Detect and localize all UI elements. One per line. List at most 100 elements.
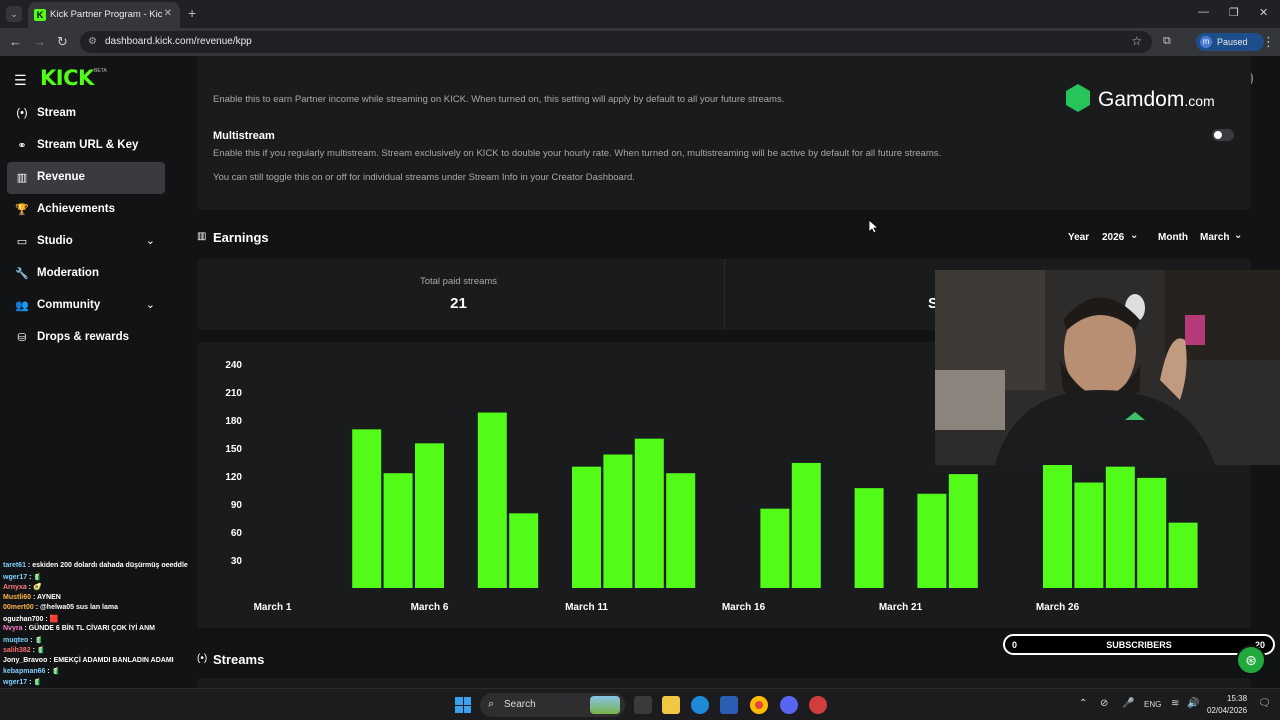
x-tick-label: March 26 bbox=[1036, 602, 1080, 613]
chat-text: : 🧃 bbox=[27, 573, 43, 581]
close-window-icon[interactable]: ✕ bbox=[1259, 6, 1268, 19]
wifi-icon[interactable]: ≋ bbox=[1171, 698, 1179, 709]
sidebar-item-studio[interactable]: ▭ Studio ⌄ bbox=[7, 226, 165, 258]
tab-close-icon[interactable]: ✕ bbox=[164, 8, 172, 19]
notifications-icon[interactable]: 🗨 bbox=[1258, 698, 1271, 709]
chat-username: muqteo bbox=[3, 636, 29, 644]
chat-message: 00mert00 : @helwa05 sus lan lama bbox=[3, 604, 118, 611]
streams-card bbox=[197, 678, 1251, 688]
chrome-icon[interactable] bbox=[750, 696, 768, 714]
browser-menu-icon[interactable]: ⋮ bbox=[1262, 34, 1275, 50]
y-tick-label: 240 bbox=[225, 360, 242, 371]
x-tick-label: March 1 bbox=[254, 602, 292, 613]
task-view-icon[interactable] bbox=[634, 696, 652, 714]
sponsor-suffix: .com bbox=[1184, 93, 1215, 109]
url-text[interactable]: dashboard.kick.com/revenue/kpp bbox=[105, 36, 252, 47]
windows-taskbar: ⌕ Search ⌃ ⊘ 🎤 ENG ≋ 🔊 15:38 02/04/2026 … bbox=[0, 688, 1280, 720]
sidebar-item-label: Studio bbox=[37, 235, 73, 247]
tray-overflow-icon[interactable]: ⌃ bbox=[1079, 698, 1087, 709]
sidebar-item-revenue[interactable]: ▥ Revenue bbox=[7, 162, 165, 194]
broadcast-icon: (•) bbox=[197, 653, 208, 664]
chat-text: : 🧃 bbox=[45, 668, 61, 675]
chart-bar bbox=[791, 462, 821, 588]
sidebar-item-moderation[interactable]: 🔧 Moderation bbox=[7, 258, 165, 290]
chart-bar bbox=[572, 466, 601, 588]
sidebar-item-drops-rewards[interactable]: ⛁ Drops & rewards bbox=[7, 322, 165, 354]
chat-username: Mustli60 bbox=[3, 593, 32, 601]
app-icon[interactable] bbox=[809, 696, 827, 714]
tab-search-button[interactable]: ⌄ bbox=[6, 6, 22, 22]
chart-bar bbox=[760, 508, 790, 588]
clock-date: 02/04/2026 bbox=[1207, 706, 1248, 715]
total-paid-streams-value: 21 bbox=[450, 295, 467, 312]
reload-icon[interactable]: ↻ bbox=[57, 34, 68, 50]
search-highlight-image bbox=[590, 696, 620, 714]
chart-bar bbox=[854, 488, 884, 588]
y-tick-label: 210 bbox=[225, 388, 242, 399]
chevron-down-icon: ⌄ bbox=[1234, 230, 1243, 241]
discord-icon[interactable] bbox=[780, 696, 798, 714]
system-clock[interactable]: 15:38 02/04/2026 bbox=[1207, 693, 1247, 717]
partner-description: Enable this to earn Partner income while… bbox=[213, 94, 785, 105]
address-bar[interactable]: ⚙ dashboard.kick.com/revenue/kpp ☆ bbox=[80, 31, 1152, 53]
multistream-toggle[interactable] bbox=[1212, 129, 1234, 141]
tab-title: Kick Partner Program - Kick Dashboard bbox=[50, 9, 162, 20]
sidebar-item-label: Moderation bbox=[37, 267, 99, 279]
year-select[interactable]: 2026 ⌄ bbox=[1100, 228, 1146, 246]
chat-username: Jony_Bravoo bbox=[3, 656, 48, 664]
sidebar-item-stream[interactable]: (•) Stream bbox=[7, 98, 165, 130]
beta-tag: BETA bbox=[94, 68, 107, 74]
sidebar-item-label: Stream URL & Key bbox=[37, 139, 139, 151]
volume-icon[interactable]: 🔊 bbox=[1187, 698, 1199, 709]
site-info-icon[interactable]: ⚙ bbox=[88, 36, 97, 47]
browser-tab-strip: ⌄ K Kick Partner Program - Kick Dashboar… bbox=[0, 0, 1280, 28]
month-label: Month bbox=[1158, 232, 1188, 243]
kick-logo[interactable]: KICK bbox=[40, 66, 94, 90]
chart-bar bbox=[1105, 466, 1135, 588]
edge-icon[interactable] bbox=[691, 696, 709, 714]
chat-message: Nvyra : GÜNDE 6 BİN TL CİVARI ÇOK İYİ AN… bbox=[3, 625, 155, 632]
bookmark-star-icon[interactable]: ☆ bbox=[1131, 34, 1142, 48]
chevron-down-icon[interactable]: ⌄ bbox=[146, 234, 155, 247]
minimize-icon[interactable]: — bbox=[1198, 6, 1209, 18]
hamburger-menu-icon[interactable]: ☰ bbox=[14, 72, 27, 89]
language-indicator[interactable]: ENG bbox=[1144, 700, 1161, 709]
sidebar-item-stream-url-key[interactable]: ⚭ Stream URL & Key bbox=[7, 130, 165, 162]
bar-chart-icon: ▥ bbox=[16, 172, 28, 184]
forward-arrow-icon[interactable]: → bbox=[33, 34, 46, 50]
chart-bar bbox=[948, 474, 978, 588]
new-tab-button[interactable]: + bbox=[188, 6, 196, 20]
chat-username: salih382 bbox=[3, 647, 31, 654]
multistream-title: Multistream bbox=[213, 130, 275, 142]
network-off-icon[interactable]: ⊘ bbox=[1100, 698, 1108, 709]
chat-text: : AYNEN bbox=[31, 593, 61, 601]
search-placeholder: Search bbox=[504, 699, 536, 710]
extensions-icon[interactable]: ⧉ bbox=[1163, 35, 1171, 48]
sidebar-item-community[interactable]: 👥 Community ⌄ bbox=[7, 290, 165, 322]
rewards-icon: ⛁ bbox=[17, 332, 27, 344]
microphone-icon[interactable]: 🎤 bbox=[1122, 698, 1134, 709]
streams-title: Streams bbox=[213, 652, 265, 667]
browser-tab-active[interactable]: K Kick Partner Program - Kick Dashboard … bbox=[28, 2, 180, 28]
chevron-down-icon[interactable]: ⌄ bbox=[146, 298, 155, 311]
x-tick-label: March 6 bbox=[411, 602, 449, 613]
profile-button[interactable]: m Paused bbox=[1196, 33, 1264, 51]
chat-username: Arnyxa bbox=[3, 584, 27, 591]
restore-icon[interactable]: ❐ bbox=[1229, 6, 1239, 19]
sidebar-item-achievements[interactable]: 🏆 Achievements bbox=[7, 194, 165, 226]
windows-start-icon[interactable] bbox=[455, 697, 471, 713]
multistream-note: You can still toggle this on or off for … bbox=[213, 172, 635, 183]
month-select[interactable]: March ⌄ bbox=[1198, 228, 1250, 246]
subscriber-goal-icon: ⊛ bbox=[1236, 645, 1266, 675]
back-arrow-icon[interactable]: ← bbox=[9, 34, 22, 50]
stream-chat-overlay: taret61 : eskiden 200 dolardı dahada düş… bbox=[0, 562, 192, 688]
subscriber-goal-label: SUBSCRIBERS bbox=[1106, 640, 1172, 650]
taskbar-search[interactable]: ⌕ Search bbox=[480, 693, 625, 717]
people-icon: 👥 bbox=[15, 300, 29, 312]
subscriber-goal-bar: 0 SUBSCRIBERS 20 bbox=[1003, 634, 1275, 655]
sidebar-item-label: Achievements bbox=[37, 203, 115, 215]
file-explorer-icon[interactable] bbox=[662, 696, 680, 714]
chat-username: 00mert00 bbox=[3, 604, 34, 611]
chart-bar bbox=[1043, 462, 1072, 588]
store-icon[interactable] bbox=[720, 696, 738, 714]
